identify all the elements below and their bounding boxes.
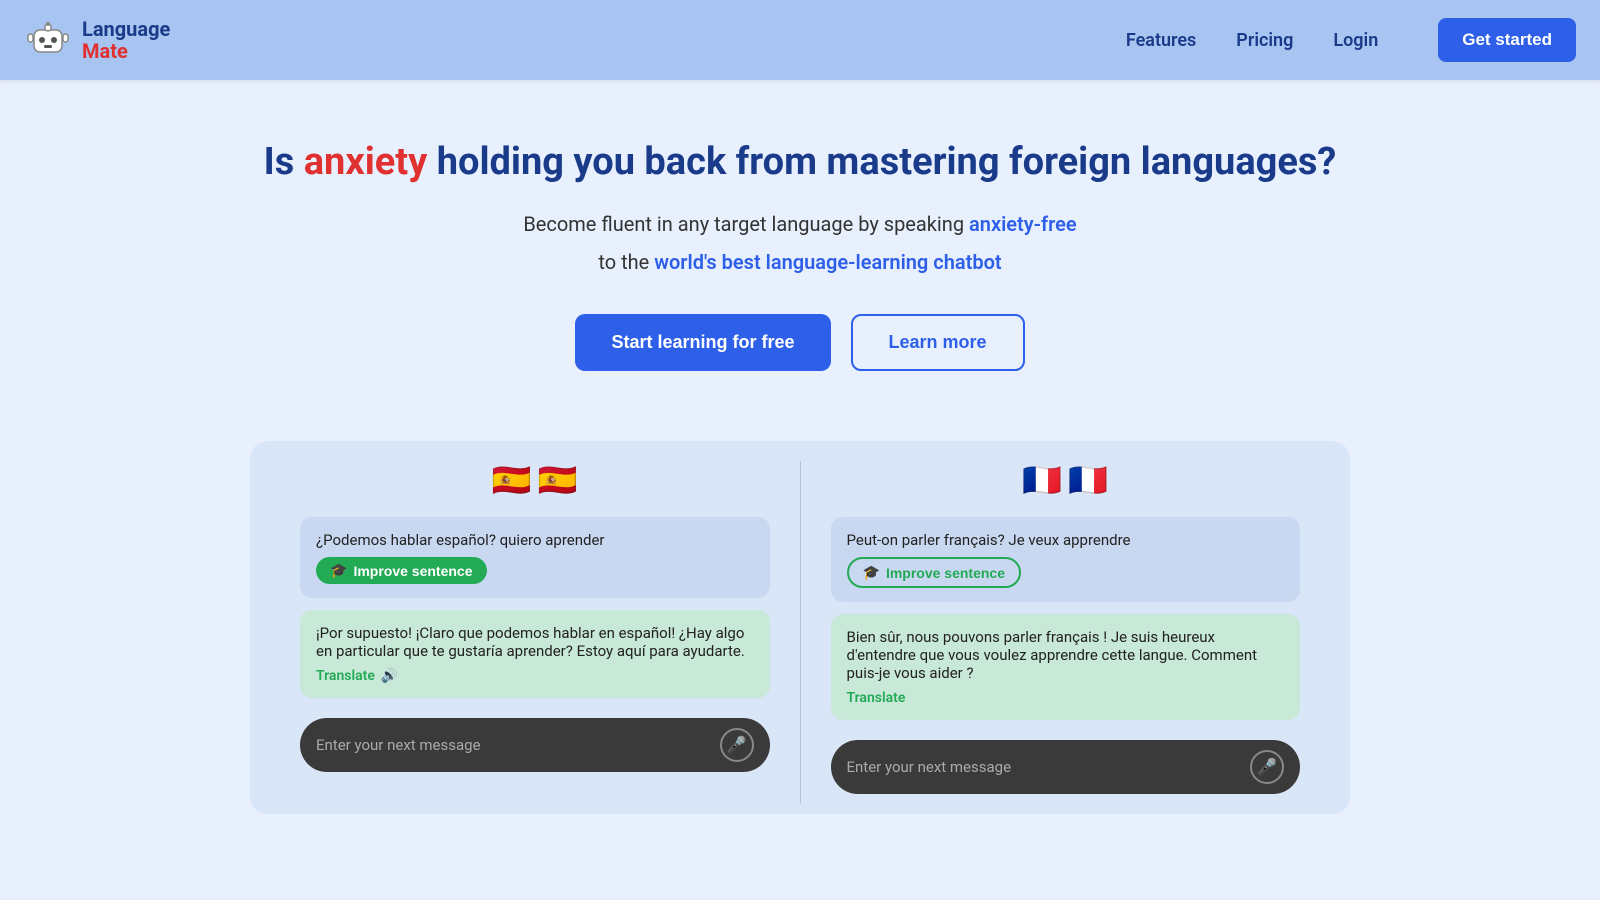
left-improve-label: Improve sentence [353, 563, 472, 579]
demo-panel-left: 🇪🇸 🇪🇸 ¿Podemos hablar español? quiero ap… [280, 461, 790, 804]
demo-panel-left-flags: 🇪🇸 🇪🇸 [300, 461, 770, 499]
hero-subtitle-line2: to the world's best language-learning ch… [20, 246, 1580, 278]
mic-icon-right: 🎤 [1257, 757, 1277, 777]
left-user-message: ¿Podemos hablar español? quiero aprender [316, 531, 605, 549]
logo-line1: Language [82, 18, 170, 40]
hero-subtitle-line1: Become fluent in any target language by … [20, 208, 1580, 240]
left-translate-link[interactable]: Translate 🔊 [316, 668, 398, 684]
left-improve-btn[interactable]: 🎓 Improve sentence [316, 557, 487, 584]
left-mic-button[interactable]: 🎤 [720, 728, 754, 762]
left-input-placeholder: Enter your next message [316, 736, 720, 754]
nav-pricing[interactable]: Pricing [1236, 30, 1293, 51]
learn-more-button[interactable]: Learn more [851, 314, 1025, 371]
graduation-icon-right: 🎓 [863, 564, 880, 581]
logo-area: Language Mate [24, 16, 1126, 64]
logo-text: Language Mate [82, 18, 170, 62]
right-improve-label: Improve sentence [886, 565, 1005, 581]
demo-area: 🇪🇸 🇪🇸 ¿Podemos hablar español? quiero ap… [250, 441, 1350, 814]
graduation-icon-left: 🎓 [330, 562, 347, 579]
nav-links: Features Pricing Login Get started [1126, 18, 1576, 62]
right-user-bubble: Peut-on parler français? Je veux apprend… [831, 517, 1301, 602]
flag-icon-right-1: 🇫🇷 [1022, 461, 1062, 499]
right-translate-label: Translate [847, 690, 906, 706]
get-started-button[interactable]: Get started [1438, 18, 1576, 62]
start-learning-button[interactable]: Start learning for free [575, 314, 830, 371]
logo-icon [24, 16, 72, 64]
mic-icon-left: 🎤 [727, 735, 747, 755]
subtitle-chatbot: world's best language-learning chatbot [654, 250, 1001, 274]
hero-buttons: Start learning for free Learn more [20, 314, 1580, 371]
logo-line2: Mate [82, 40, 170, 62]
demo-panel-right: 🇫🇷 🇫🇷 Peut-on parler français? Je veux a… [811, 461, 1321, 804]
right-improve-btn[interactable]: 🎓 Improve sentence [847, 557, 1022, 588]
volume-icon-left: 🔊 [381, 668, 398, 684]
subtitle-anxiety-free: anxiety-free [969, 212, 1077, 236]
hero-section: Is anxiety holding you back from masteri… [0, 80, 1600, 401]
subtitle-mid: to the [598, 250, 654, 274]
right-translate-link[interactable]: Translate [847, 690, 906, 706]
right-mic-button[interactable]: 🎤 [1250, 750, 1284, 784]
hero-title-post: holding you back from mastering foreign … [427, 140, 1336, 184]
hero-title: Is anxiety holding you back from masteri… [20, 140, 1580, 184]
right-input-placeholder: Enter your next message [847, 758, 1251, 776]
left-user-bubble: ¿Podemos hablar español? quiero aprender… [300, 517, 770, 598]
nav-login[interactable]: Login [1333, 30, 1378, 51]
right-bot-message: Bien sûr, nous pouvons parler français !… [847, 628, 1258, 682]
hero-title-pre: Is [264, 140, 304, 184]
right-bot-bubble: Bien sûr, nous pouvons parler français !… [831, 614, 1301, 720]
panel-divider [800, 461, 801, 804]
left-input-area[interactable]: Enter your next message 🎤 [300, 718, 770, 772]
right-input-area[interactable]: Enter your next message 🎤 [831, 740, 1301, 794]
demo-panel-right-flags: 🇫🇷 🇫🇷 [831, 461, 1301, 499]
left-bot-message: ¡Por supuesto! ¡Claro que podemos hablar… [316, 624, 745, 660]
navbar: Language Mate Features Pricing Login Get… [0, 0, 1600, 80]
left-translate-label: Translate [316, 668, 375, 684]
flag-icon-right-2: 🇫🇷 [1068, 461, 1108, 499]
hero-title-anxiety: anxiety [304, 140, 428, 184]
left-bot-bubble: ¡Por supuesto! ¡Claro que podemos hablar… [300, 610, 770, 698]
flag-icon-left-2: 🇪🇸 [538, 461, 578, 499]
flag-icon-left-1: 🇪🇸 [492, 461, 532, 499]
nav-features[interactable]: Features [1126, 30, 1196, 51]
right-user-message: Peut-on parler français? Je veux apprend… [847, 531, 1131, 549]
subtitle-pre: Become fluent in any target language by … [523, 212, 969, 236]
